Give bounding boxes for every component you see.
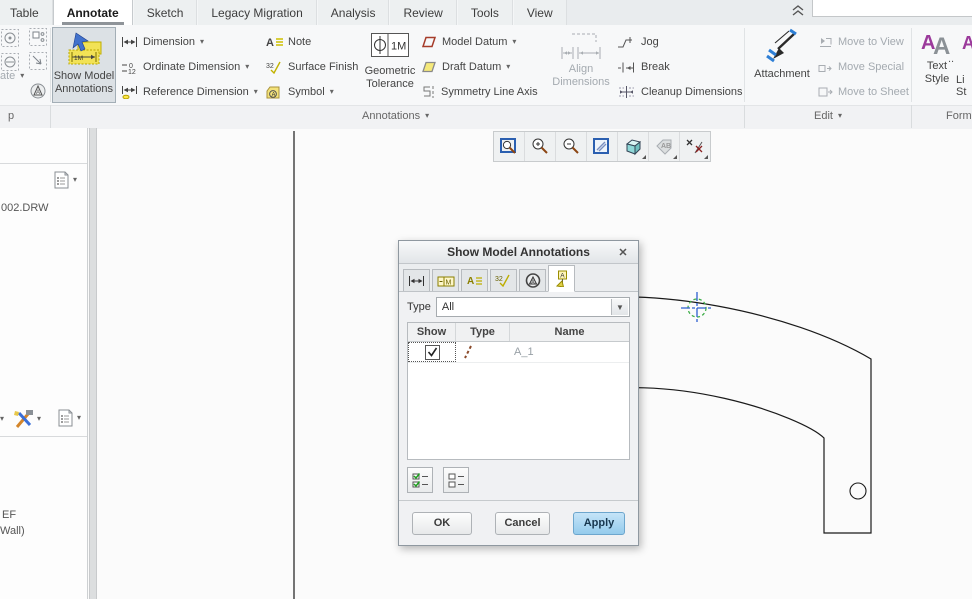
svg-text:A: A — [560, 273, 565, 280]
tab-datums[interactable]: A — [548, 265, 575, 292]
type-select-value: All — [441, 301, 455, 313]
datum-display-button[interactable] — [680, 132, 710, 161]
axis-icon — [464, 345, 472, 359]
deselect-all-button[interactable] — [443, 467, 469, 493]
zoom-region-icon — [500, 138, 516, 154]
dialog-selection-tools — [399, 460, 638, 500]
annotations-table: Show Type Name A_1 — [407, 322, 630, 460]
axis-annotation-a1[interactable] — [681, 292, 713, 324]
symbol-tab-icon: A — [525, 273, 540, 288]
type-select[interactable]: All ▼ — [435, 297, 630, 317]
tab-surface-finishes[interactable]: 32 — [490, 269, 517, 291]
dialog-tab-bar: M A 32 A A — [399, 264, 638, 292]
surface-finish-tab-icon: 32 — [495, 274, 510, 287]
dropdown-corner-icon — [673, 155, 677, 159]
zoom-out-button[interactable] — [556, 132, 587, 161]
svg-text:32: 32 — [495, 276, 503, 283]
show-model-annotations-dialog: Show Model Annotations ✕ M A 32 A A Type… — [398, 240, 639, 546]
chevron-down-icon[interactable]: ▼ — [611, 299, 628, 315]
type-cell — [456, 342, 510, 362]
zoom-region-button[interactable] — [494, 132, 525, 161]
dropdown-corner-icon — [642, 155, 646, 159]
datum-axis-tab-icon: A — [555, 270, 567, 287]
zoom-out-icon — [563, 138, 579, 154]
table-row[interactable]: A_1 — [408, 342, 629, 363]
zoom-in-icon — [532, 138, 548, 154]
column-header-type: Type — [456, 323, 510, 341]
show-cell[interactable] — [408, 342, 456, 362]
dialog-title-bar[interactable]: Show Model Annotations ✕ — [399, 241, 638, 264]
apply-button[interactable]: Apply — [573, 511, 625, 535]
type-filter-row: Type All ▼ — [399, 292, 638, 322]
ok-button[interactable]: OK — [412, 511, 472, 535]
annotation-display-icon: AB — [656, 139, 672, 155]
dimension-tab-icon — [409, 275, 424, 286]
checkbox-checked[interactable] — [424, 344, 440, 360]
repaint-icon — [593, 138, 609, 154]
display-style-icon — [625, 139, 642, 156]
name-cell: A_1 — [514, 346, 534, 358]
dropdown-corner-icon — [704, 155, 708, 159]
select-all-button[interactable] — [407, 467, 433, 493]
note-tab-icon: A — [467, 276, 482, 287]
type-label: Type — [407, 301, 431, 313]
zoom-in-button[interactable] — [525, 132, 556, 161]
dialog-button-row: OK Cancel Apply — [399, 500, 638, 545]
application-window: Table Annotate Sketch Legacy Migration A… — [0, 0, 972, 599]
dialog-title: Show Model Annotations — [447, 245, 590, 259]
display-style-button[interactable] — [618, 132, 649, 161]
svg-text:M: M — [445, 279, 451, 286]
datum-display-icon — [686, 139, 703, 154]
svg-text:AB: AB — [661, 143, 671, 150]
gtol-tab-icon: M — [437, 276, 454, 286]
tab-geometric-tolerances[interactable]: M — [432, 269, 459, 291]
close-icon[interactable]: ✕ — [615, 244, 631, 260]
table-header-row: Show Type Name — [408, 323, 629, 342]
deselect-all-icon — [448, 473, 464, 487]
column-header-show: Show — [408, 323, 456, 341]
column-header-name: Name — [554, 326, 585, 338]
graphics-toolbar: AB — [493, 131, 711, 162]
tab-symbols[interactable]: A — [519, 269, 546, 291]
check-icon — [427, 347, 437, 357]
repaint-button[interactable] — [587, 132, 618, 161]
tab-notes[interactable]: A — [461, 269, 488, 291]
select-all-icon — [412, 472, 428, 487]
hole-circle[interactable] — [849, 482, 867, 500]
cancel-button[interactable]: Cancel — [495, 511, 550, 535]
annotation-display-button[interactable]: AB — [649, 132, 680, 161]
tab-dimensions[interactable] — [403, 269, 430, 291]
svg-text:A: A — [467, 276, 474, 287]
